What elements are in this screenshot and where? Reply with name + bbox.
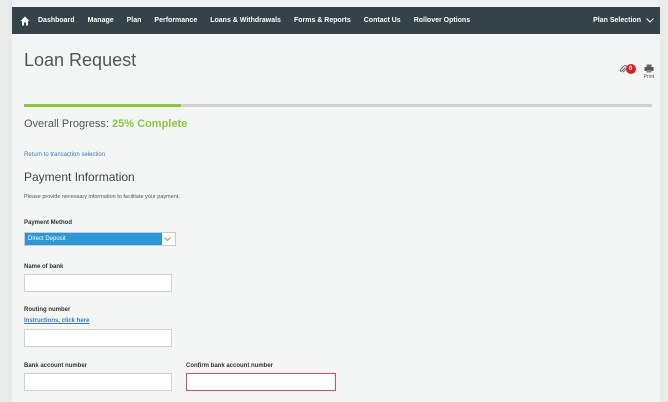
confirm-account-number-label: Confirm bank account number: [186, 363, 274, 369]
plan-selection-dropdown[interactable]: Plan Selection: [593, 17, 654, 24]
payment-method-select[interactable]: Direct Deposit: [24, 232, 176, 246]
print-label: Print: [643, 74, 654, 80]
return-to-transaction-link[interactable]: Return to transaction selection: [24, 152, 105, 158]
confirm-account-number-input[interactable]: [186, 373, 336, 391]
chevron-down-icon: [646, 18, 654, 23]
overall-progress: Overall Progress: 25% Complete: [24, 118, 187, 130]
account-number-input[interactable]: [24, 373, 172, 391]
progress-label: Overall Progress:: [24, 118, 109, 130]
chevron-down-icon: [164, 237, 171, 241]
home-icon[interactable]: [12, 7, 38, 34]
progress-bar: [24, 104, 652, 107]
nav-item-rollover-options[interactable]: Rollover Options: [414, 17, 470, 24]
progress-bar-fill: [24, 104, 181, 107]
plan-selection-label: Plan Selection: [593, 17, 641, 24]
left-margin: [0, 0, 12, 402]
page-title: Loan Request: [24, 50, 137, 70]
nav-item-dashboard[interactable]: Dashboard: [38, 17, 75, 24]
routing-instructions-link[interactable]: Instructions, click here: [24, 318, 89, 324]
attachments-button[interactable]: 0: [619, 64, 636, 74]
main-content: Loan Request 0 Print Overall Progress: 2…: [12, 34, 660, 402]
print-button[interactable]: Print: [644, 64, 654, 80]
progress-value: 25% Complete: [112, 118, 188, 130]
bank-name-input[interactable]: [24, 274, 172, 292]
notification-badge: 0: [625, 64, 636, 74]
nav-item-performance[interactable]: Performance: [154, 17, 197, 24]
section-description: Please provide necessary information to …: [24, 194, 180, 200]
payment-method-label: Payment Method: [24, 220, 73, 226]
printer-icon: [644, 64, 654, 73]
routing-number-label: Routing number: [24, 307, 71, 313]
page-tools: 0 Print: [619, 64, 654, 80]
nav-item-manage[interactable]: Manage: [88, 17, 114, 24]
payment-method-value: Direct Deposit: [25, 233, 162, 245]
bank-name-label: Name of bank: [24, 264, 64, 270]
section-title: Payment Information: [24, 170, 135, 184]
nav-item-forms-reports[interactable]: Forms & Reports: [294, 17, 351, 24]
nav-item-plan[interactable]: Plan: [127, 17, 142, 24]
top-nav-bar: Dashboard Manage Plan Performance Loans …: [12, 7, 660, 34]
account-number-label: Bank account number: [24, 363, 88, 369]
nav-item-contact-us[interactable]: Contact Us: [364, 17, 401, 24]
routing-number-input[interactable]: [24, 329, 172, 347]
nav-item-loans-withdrawals[interactable]: Loans & Withdrawals: [210, 17, 281, 24]
